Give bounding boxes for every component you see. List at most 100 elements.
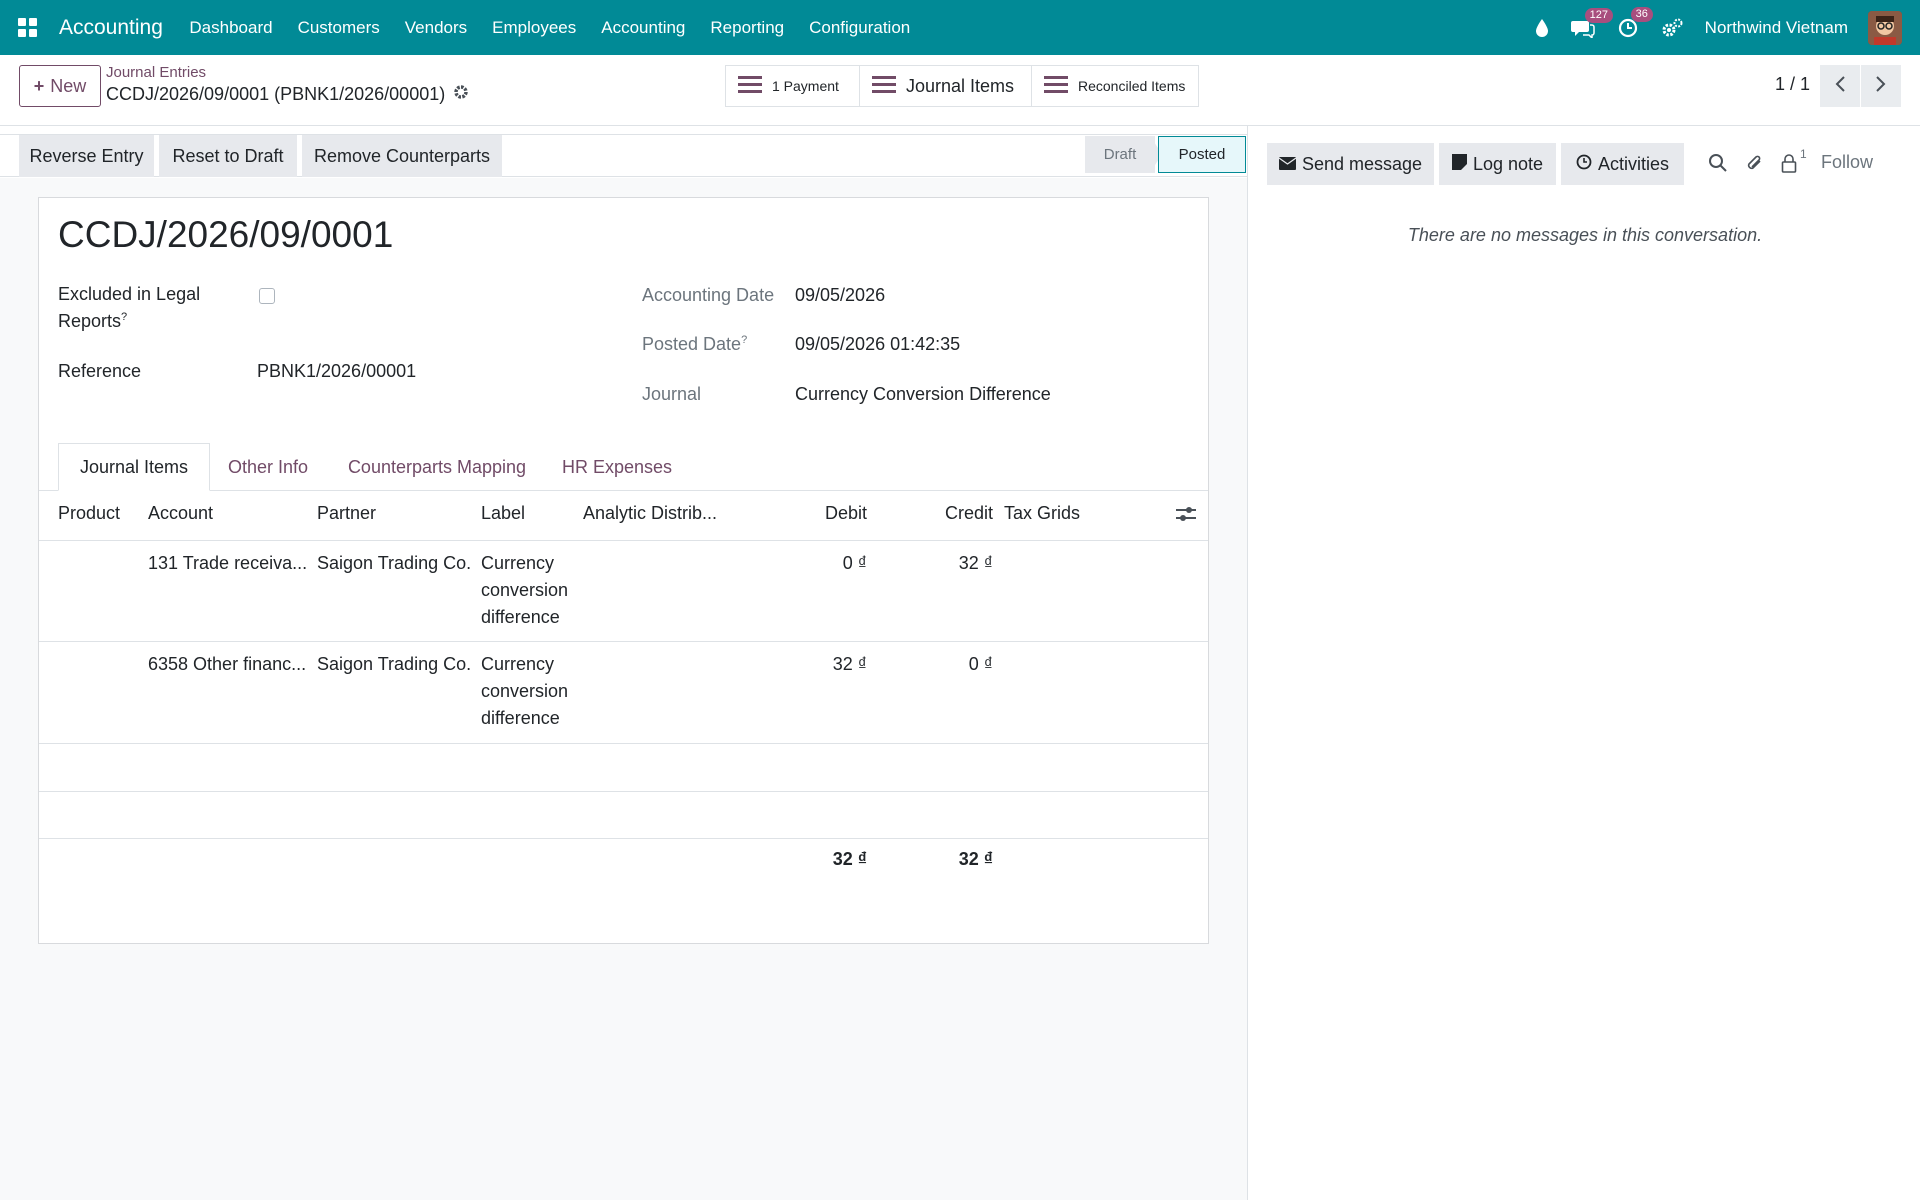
- reverse-entry-button[interactable]: Reverse Entry: [19, 135, 154, 177]
- optional-columns-icon[interactable]: [1175, 504, 1197, 529]
- status-draft[interactable]: Draft: [1085, 136, 1155, 173]
- tab-journal-items[interactable]: Journal Items: [58, 443, 210, 491]
- send-message-button[interactable]: Send message: [1267, 143, 1434, 185]
- total-credit: 32 ₫: [958, 849, 993, 869]
- gear-icon[interactable]: [453, 84, 469, 105]
- menu-dashboard[interactable]: Dashboard: [177, 18, 285, 38]
- accounting-date-value[interactable]: 09/05/2026: [795, 285, 885, 306]
- posted-date-value[interactable]: 09/05/2026 01:42:35: [795, 334, 960, 355]
- row-divider: [39, 743, 1208, 744]
- column-product[interactable]: Product: [58, 503, 120, 524]
- app-brand[interactable]: Accounting: [59, 16, 163, 40]
- menu-configuration[interactable]: Configuration: [797, 18, 923, 38]
- row2-partner[interactable]: Saigon Trading Co.: [317, 651, 471, 678]
- pager-next-button[interactable]: [1861, 65, 1901, 107]
- droplet-icon[interactable]: [1535, 18, 1549, 38]
- top-navbar: Accounting Dashboard Customers Vendors E…: [0, 0, 1920, 55]
- menu-reporting[interactable]: Reporting: [698, 18, 797, 38]
- column-analytic[interactable]: Analytic Distrib...: [583, 503, 717, 524]
- reference-label: Reference: [58, 361, 142, 381]
- settings-gears-icon[interactable]: [1661, 18, 1683, 38]
- control-panel-divider: [0, 125, 1920, 126]
- row2-label[interactable]: Currency conversion difference: [481, 651, 568, 732]
- accounting-date-label: Accounting Date: [642, 285, 775, 305]
- menu-accounting[interactable]: Accounting: [589, 18, 698, 38]
- reconciled-items-smart-label: Reconciled Items: [1078, 78, 1186, 94]
- activities-button[interactable]: Activities: [1561, 143, 1684, 185]
- menu-customers[interactable]: Customers: [285, 18, 392, 38]
- menu-vendors[interactable]: Vendors: [392, 18, 479, 38]
- reference-value[interactable]: PBNK1/2026/00001: [257, 361, 416, 382]
- followers-count: 1: [1800, 147, 1807, 161]
- new-button-label: New: [50, 75, 87, 96]
- row2-debit[interactable]: 32 ₫: [780, 651, 867, 678]
- row-divider: [39, 641, 1208, 642]
- record-name-text: CCDJ/2026/09/0001 (PBNK1/2026/00001): [106, 84, 446, 104]
- total-debit: 32 ₫: [832, 849, 867, 869]
- row1-label[interactable]: Currency conversion difference: [481, 550, 568, 631]
- note-icon: [1451, 153, 1467, 175]
- journal-value[interactable]: Currency Conversion Difference: [795, 384, 1051, 405]
- column-label[interactable]: Label: [481, 503, 525, 524]
- menu-employees[interactable]: Employees: [480, 18, 589, 38]
- payment-smart-label: 1 Payment: [772, 78, 839, 94]
- row1-debit[interactable]: 0 ₫: [780, 550, 867, 577]
- breadcrumb-journal-entries[interactable]: Journal Entries: [106, 64, 206, 81]
- plus-icon: +: [33, 75, 45, 96]
- tab-other-info[interactable]: Other Info: [212, 443, 324, 491]
- user-avatar[interactable]: [1868, 10, 1902, 45]
- status-posted[interactable]: Posted: [1158, 136, 1246, 173]
- activities-clock-icon[interactable]: 36: [1617, 6, 1653, 39]
- row2-credit[interactable]: 0 ₫: [900, 651, 993, 678]
- excluded-legal-label: Excluded in Legal: [58, 284, 201, 304]
- followers-lock-icon[interactable]: [1781, 153, 1797, 178]
- apps-menu-icon[interactable]: [0, 0, 55, 55]
- page-title: CCDJ/2026/09/0001: [58, 214, 394, 255]
- pager-previous-button[interactable]: [1820, 65, 1860, 107]
- row-divider: [39, 791, 1208, 792]
- journal-items-smart-button[interactable]: Journal Items: [860, 66, 1032, 106]
- excluded-legal-label-line2: Reports?: [58, 311, 128, 331]
- tab-hr-expenses[interactable]: HR Expenses: [550, 443, 684, 491]
- row1-partner[interactable]: Saigon Trading Co.: [317, 550, 471, 577]
- row1-credit[interactable]: 32 ₫: [900, 550, 993, 577]
- column-partner[interactable]: Partner: [317, 503, 376, 524]
- follow-button[interactable]: Follow: [1821, 152, 1873, 173]
- payment-smart-button[interactable]: 1 Payment: [726, 66, 860, 106]
- chevron-left-icon: [1834, 75, 1846, 98]
- empty-conversation-text: There are no messages in this conversati…: [1407, 225, 1763, 245]
- journal-items-smart-label: Journal Items: [906, 75, 1015, 96]
- column-tax-grids[interactable]: Tax Grids: [1004, 503, 1080, 524]
- chatter-divider: [1247, 126, 1248, 1200]
- posted-date-label: Posted Date?: [642, 334, 748, 354]
- row1-account[interactable]: 131 Trade receiva...: [148, 550, 307, 577]
- search-icon[interactable]: [1708, 153, 1728, 178]
- tab-counterparts-mapping[interactable]: Counterparts Mapping: [332, 443, 542, 491]
- remove-counterparts-button[interactable]: Remove Counterparts: [302, 135, 502, 177]
- messages-badge: 127: [1584, 7, 1614, 23]
- excluded-legal-checkbox[interactable]: [259, 288, 275, 304]
- list-icon: [738, 74, 762, 99]
- pager-value[interactable]: 1 / 1: [1775, 74, 1810, 95]
- list-icon: [1044, 74, 1068, 99]
- list-icon: [872, 74, 896, 99]
- column-account[interactable]: Account: [148, 503, 213, 524]
- help-tooltip-icon[interactable]: ?: [121, 311, 127, 323]
- header-divider: [39, 540, 1208, 541]
- row2-account[interactable]: 6358 Other financ...: [148, 651, 306, 678]
- messages-icon[interactable]: 127: [1570, 7, 1614, 38]
- journal-label: Journal: [642, 384, 702, 404]
- paperclip-icon[interactable]: [1746, 153, 1764, 178]
- new-button[interactable]: + New: [19, 65, 101, 107]
- row-divider: [39, 838, 1208, 839]
- clock-icon: [1576, 154, 1592, 175]
- company-switcher[interactable]: Northwind Vietnam: [1705, 18, 1848, 38]
- log-note-button[interactable]: Log note: [1439, 143, 1556, 185]
- reset-to-draft-button[interactable]: Reset to Draft: [159, 135, 297, 177]
- reconciled-items-smart-button[interactable]: Reconciled Items: [1032, 66, 1198, 106]
- help-tooltip-icon[interactable]: ?: [741, 334, 747, 346]
- activities-badge: 36: [1630, 6, 1653, 22]
- column-credit[interactable]: Credit: [900, 503, 993, 524]
- chevron-right-icon: [1875, 75, 1887, 98]
- column-debit[interactable]: Debit: [800, 503, 867, 524]
